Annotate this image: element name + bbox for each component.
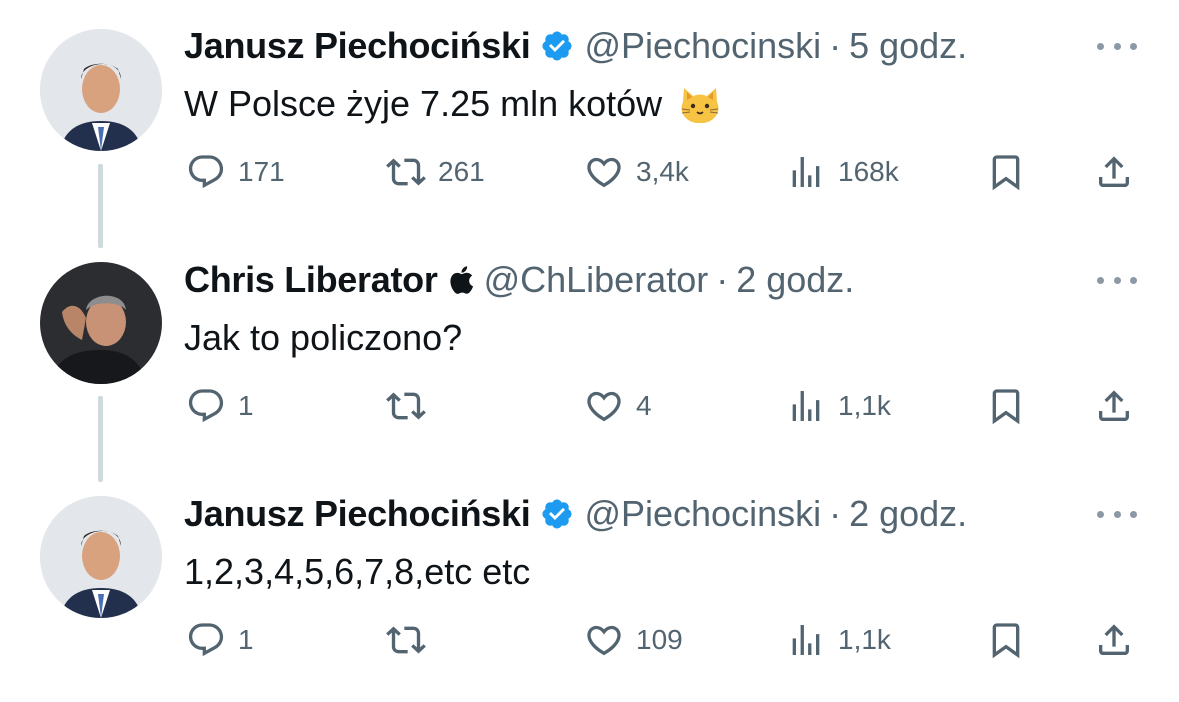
tweet-header: Chris Liberator @ChLiberator · 2 godz. — [184, 258, 854, 302]
action-bar: 1 4 1,1k — [0, 381, 1179, 431]
share-icon — [1094, 620, 1134, 660]
tweet-text-content: Jak to policzono? — [184, 317, 463, 358]
tweet-text: Jak to policzono? — [184, 312, 462, 364]
views-button[interactable]: 168k — [786, 147, 899, 197]
timestamp[interactable]: 5 godz. — [849, 25, 967, 67]
share-button[interactable] — [1094, 381, 1134, 431]
cat-face-emoji — [678, 82, 722, 126]
tweet[interactable]: Janusz Piechociński @Piechocinski · 2 go… — [0, 468, 1179, 702]
like-count: 4 — [636, 390, 652, 421]
retweet-button[interactable] — [386, 381, 438, 431]
reply-button[interactable]: 1 — [186, 381, 254, 431]
separator-dot: · — [829, 493, 842, 534]
views-chart-icon — [786, 386, 826, 426]
share-icon — [1094, 152, 1134, 192]
views-button[interactable]: 1,1k — [786, 615, 891, 665]
author-name[interactable]: Chris Liberator — [184, 259, 438, 301]
separator-dot: · — [716, 259, 729, 300]
share-icon — [1094, 386, 1134, 426]
like-button[interactable]: 4 — [584, 381, 652, 431]
reply-count: 1 — [238, 624, 254, 655]
tweet[interactable]: Janusz Piechociński @Piechocinski · 5 go… — [0, 0, 1179, 248]
author-handle[interactable]: @ChLiberator — [484, 259, 709, 301]
retweet-button[interactable]: 261 — [386, 147, 485, 197]
bookmark-button[interactable] — [986, 381, 1026, 431]
tweet-thread: Janusz Piechociński @Piechocinski · 5 go… — [0, 0, 1179, 702]
reply-count: 1 — [238, 390, 254, 421]
views-count: 1,1k — [838, 624, 891, 655]
reply-button[interactable]: 171 — [186, 147, 285, 197]
retweet-icon — [386, 152, 426, 192]
heart-icon — [584, 152, 624, 192]
reply-icon — [186, 620, 226, 660]
author-name[interactable]: Janusz Piechociński — [184, 493, 531, 535]
more-options-icon[interactable] — [1097, 270, 1137, 290]
tweet-text-content: 1,2,3,4,5,6,7,8,etc etc — [184, 551, 531, 592]
tweet[interactable]: Chris Liberator @ChLiberator · 2 godz. J… — [0, 234, 1179, 482]
tweet-text: 1,2,3,4,5,6,7,8,etc etc — [184, 546, 530, 598]
share-button[interactable] — [1094, 147, 1134, 197]
bookmark-button[interactable] — [986, 615, 1026, 665]
retweet-button[interactable] — [386, 615, 438, 665]
views-count: 168k — [838, 156, 899, 187]
views-count: 1,1k — [838, 390, 891, 421]
more-options-icon[interactable] — [1097, 36, 1137, 56]
action-bar: 171 261 3,4k 168k — [0, 147, 1179, 197]
author-handle[interactable]: @Piechocinski — [584, 25, 821, 67]
reply-icon — [186, 152, 226, 192]
reply-button[interactable]: 1 — [186, 615, 254, 665]
heart-icon — [584, 386, 624, 426]
author-handle[interactable]: @Piechocinski — [584, 493, 821, 535]
action-bar: 1 109 1,1k — [0, 615, 1179, 665]
timestamp[interactable]: 2 godz. — [849, 493, 967, 535]
views-chart-icon — [786, 152, 826, 192]
like-button[interactable]: 109 — [584, 615, 683, 665]
like-count: 109 — [636, 624, 683, 655]
bookmark-icon — [986, 386, 1026, 426]
separator-dot: · — [829, 25, 842, 66]
tweet-text: W Polsce żyje 7.25 mln kotów — [184, 78, 722, 130]
more-options-icon[interactable] — [1097, 504, 1137, 524]
bookmark-button[interactable] — [986, 147, 1026, 197]
retweet-icon — [386, 620, 426, 660]
share-button[interactable] — [1094, 615, 1134, 665]
avatar[interactable] — [40, 496, 162, 618]
avatar[interactable] — [40, 29, 162, 151]
retweet-icon — [386, 386, 426, 426]
verified-badge-icon — [540, 29, 574, 63]
views-chart-icon — [786, 620, 826, 660]
tweet-text-content: W Polsce żyje 7.25 mln kotów — [184, 83, 663, 124]
reply-icon — [186, 386, 226, 426]
timestamp[interactable]: 2 godz. — [736, 259, 854, 301]
tweet-header: Janusz Piechociński @Piechocinski · 2 go… — [184, 492, 967, 536]
heart-icon — [584, 620, 624, 660]
views-button[interactable]: 1,1k — [786, 381, 891, 431]
apple-logo-icon — [448, 265, 474, 295]
tweet-header: Janusz Piechociński @Piechocinski · 5 go… — [184, 24, 967, 68]
like-count: 3,4k — [636, 156, 689, 187]
bookmark-icon — [986, 620, 1026, 660]
bookmark-icon — [986, 152, 1026, 192]
author-name[interactable]: Janusz Piechociński — [184, 25, 531, 67]
reply-count: 171 — [238, 156, 285, 187]
like-button[interactable]: 3,4k — [584, 147, 689, 197]
retweet-count: 261 — [438, 156, 485, 187]
avatar[interactable] — [40, 262, 162, 384]
verified-badge-icon — [540, 497, 574, 531]
